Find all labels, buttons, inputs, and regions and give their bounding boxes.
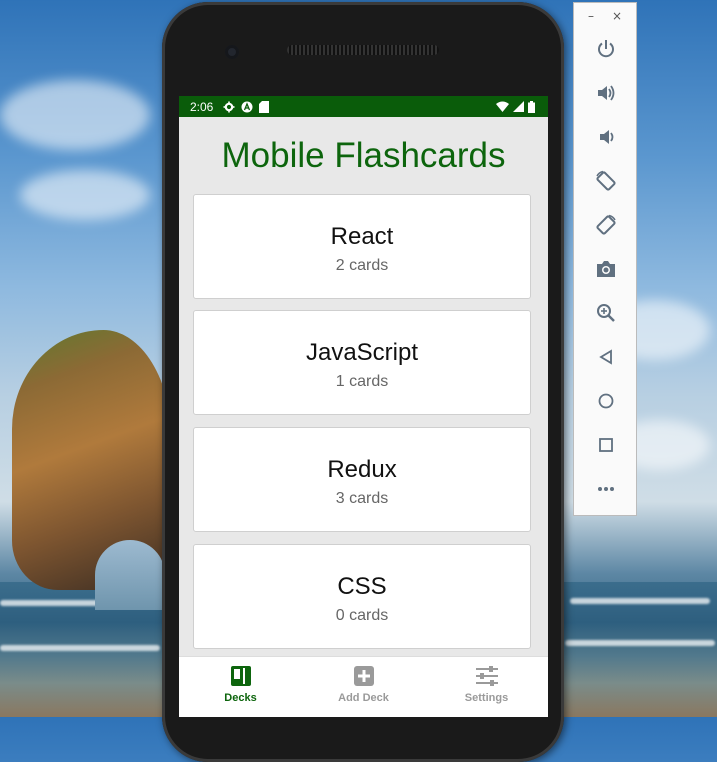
tab-label: Settings <box>464 692 509 704</box>
volume-up-icon <box>598 85 615 101</box>
zoom-button[interactable] <box>592 299 620 327</box>
overview-button[interactable] <box>592 431 620 459</box>
deck-title: Redux <box>327 456 397 483</box>
home-button[interactable] <box>592 387 620 415</box>
back-button[interactable] <box>592 343 620 371</box>
minimize-button[interactable]: – <box>588 9 594 23</box>
more-button[interactable] <box>592 475 620 503</box>
power-button[interactable] <box>592 35 620 63</box>
camera-icon <box>597 261 615 277</box>
status-bar: 2:06 <box>179 96 548 117</box>
tab-label: Decks <box>224 692 257 704</box>
status-time: 2:06 <box>190 99 214 114</box>
close-button[interactable]: × <box>612 9 622 23</box>
volume-down-button[interactable] <box>592 123 620 151</box>
volume-down-icon <box>600 130 614 144</box>
deck-title: JavaScript <box>305 339 419 366</box>
page-title: Mobile Flashcards <box>221 136 506 175</box>
deck-card-redux[interactable]: Redux 3 cards <box>193 427 531 532</box>
overview-icon <box>599 438 613 452</box>
back-icon <box>599 349 612 365</box>
wifi-icon <box>496 101 509 112</box>
zoom-icon <box>597 304 615 322</box>
deck-title: React <box>330 223 394 250</box>
sliders-icon <box>475 666 498 686</box>
deck-card-css[interactable]: CSS 0 cards <box>193 544 531 649</box>
android-icon <box>241 101 253 112</box>
tab-add-deck[interactable]: Add Deck <box>302 657 425 717</box>
sd-card-icon <box>259 100 270 113</box>
rotate-right-icon <box>596 214 616 235</box>
bottom-tab-bar: Decks Add Deck Settings <box>179 656 548 717</box>
deck-title: CSS <box>337 573 387 600</box>
plus-box-icon <box>353 666 374 686</box>
power-icon <box>598 40 614 58</box>
tab-label: Add Deck <box>338 692 389 704</box>
deck-card-count: 2 cards <box>335 257 389 274</box>
signal-icon <box>513 101 524 112</box>
tab-settings[interactable]: Settings <box>425 657 548 717</box>
rotate-left-button[interactable] <box>592 167 620 195</box>
gear-icon <box>223 101 235 112</box>
volume-up-button[interactable] <box>592 79 620 107</box>
emulator-control-panel: – × <box>573 2 637 516</box>
rotate-left-icon <box>596 170 616 191</box>
deck-card-count: 3 cards <box>335 490 389 507</box>
more-icon <box>598 487 614 491</box>
deck-card-react[interactable]: React 2 cards <box>193 194 531 299</box>
deck-icon <box>230 666 251 686</box>
tab-decks[interactable]: Decks <box>179 657 302 717</box>
rotate-right-button[interactable] <box>592 211 620 239</box>
deck-card-count: 0 cards <box>335 607 389 624</box>
earpiece-speaker <box>287 45 439 55</box>
screenshot-button[interactable] <box>592 255 620 283</box>
deck-card-count: 1 cards <box>335 373 389 390</box>
front-camera <box>225 45 239 59</box>
phone-screen: 2:06 Mobile Flashcards React 2 cards Jav… <box>179 96 548 717</box>
battery-icon <box>528 100 535 113</box>
home-icon <box>598 393 614 409</box>
deck-card-javascript[interactable]: JavaScript 1 cards <box>193 310 531 415</box>
